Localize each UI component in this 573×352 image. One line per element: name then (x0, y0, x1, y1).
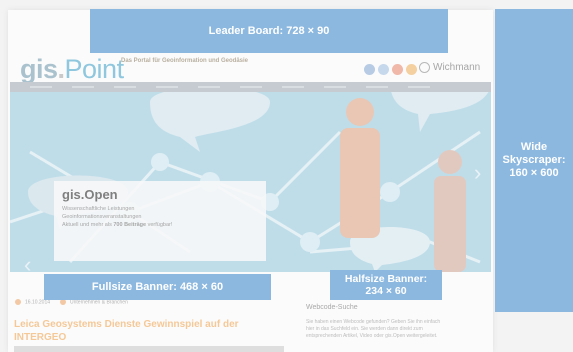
nav-item[interactable] (240, 86, 262, 88)
hero-text-bold: 700 Beiträge (113, 222, 147, 228)
site-tagline: Das Portal für Geoinformation und Geodäs… (121, 58, 249, 64)
skyscraper-ad-slot: Wide Skyscraper: 160 × 600 (495, 9, 573, 312)
hero-description: Wissenschaftliche Leistungen Geoinformat… (62, 205, 252, 229)
publisher-logo-icon (419, 62, 430, 73)
skyscraper-label-line-3: 160 × 600 (509, 167, 559, 179)
publisher-name: Wichmann (433, 62, 481, 73)
nav-item[interactable] (408, 86, 430, 88)
slider-prev-chevron-icon[interactable]: ‹ (24, 252, 31, 272)
halfsize-banner-label-line-1: Halfsize Banner: (344, 273, 428, 285)
gispoint-logo[interactable]: gis.Point (20, 54, 124, 85)
skyscraper-label-line-1: Wide (520, 141, 548, 153)
halfsize-banner-label: Halfsize Banner: 234 × 60 (345, 273, 427, 297)
logo-dot: . (57, 54, 66, 84)
fullsize-banner-ad-slot: Fullsize Banner: 468 × 60 (44, 274, 271, 300)
nav-item[interactable] (72, 86, 94, 88)
social-icons (364, 64, 417, 76)
calendar-icon (15, 299, 21, 305)
nav-item[interactable] (30, 86, 52, 88)
fullsize-banner-label: Fullsize Banner: 468 × 60 (91, 281, 224, 293)
nav-item[interactable] (366, 86, 388, 88)
article-date-text: 16.10.2014 (25, 299, 51, 306)
skyscraper-label: Wide Skyscraper: 160 × 600 (503, 141, 566, 180)
article-category-text: Unternehmen & Branchen (70, 299, 128, 306)
nav-item[interactable] (114, 86, 136, 88)
publisher-brand[interactable]: Wichmann (419, 62, 480, 73)
leaderboard-label: Leader Board: 728 × 90 (208, 25, 330, 37)
skyscraper-label-line-2: Skyscraper: (502, 154, 566, 166)
hero-text-line-2: Geoinformationsveranstaltungen (62, 214, 142, 220)
logo-main: gis (20, 54, 58, 84)
hero-text-line-4: verfügbar! (147, 222, 173, 228)
logo-accent: Point (64, 54, 125, 84)
hero-text-line-3: Aktuell und mehr als (62, 222, 112, 228)
hero-title: gis.Open (62, 187, 118, 202)
halfsize-banner-label-line-2: 234 × 60 (365, 285, 407, 297)
sidebar-webcode-title: Webcode-Suche (306, 304, 358, 311)
hero-text-line-1: Wissenschaftliche Leistungen (62, 206, 135, 212)
social-icon[interactable] (364, 64, 375, 75)
social-icon[interactable] (378, 64, 389, 75)
slider-next-chevron-icon[interactable]: › (474, 160, 481, 186)
social-icon[interactable] (392, 64, 403, 75)
article-thumbnail-strip (14, 346, 284, 352)
article-headline[interactable]: Leica Geosystems Dienste Gewinnspiel auf… (14, 318, 284, 344)
main-navigation (10, 82, 491, 92)
hero-caption-card[interactable]: gis.Open Wissenschaftliche Leistungen Ge… (54, 181, 266, 261)
halfsize-banner-ad-slot: Halfsize Banner: 234 × 60 (330, 270, 442, 300)
nav-item[interactable] (198, 86, 220, 88)
nav-item[interactable] (324, 86, 346, 88)
social-icon[interactable] (406, 64, 417, 75)
leaderboard-ad-slot: Leader Board: 728 × 90 (90, 9, 448, 53)
nav-item[interactable] (282, 86, 304, 88)
nav-item[interactable] (156, 86, 178, 88)
sidebar-webcode-text: Sie haben einen Webcode gefunden? Geben … (306, 319, 441, 339)
